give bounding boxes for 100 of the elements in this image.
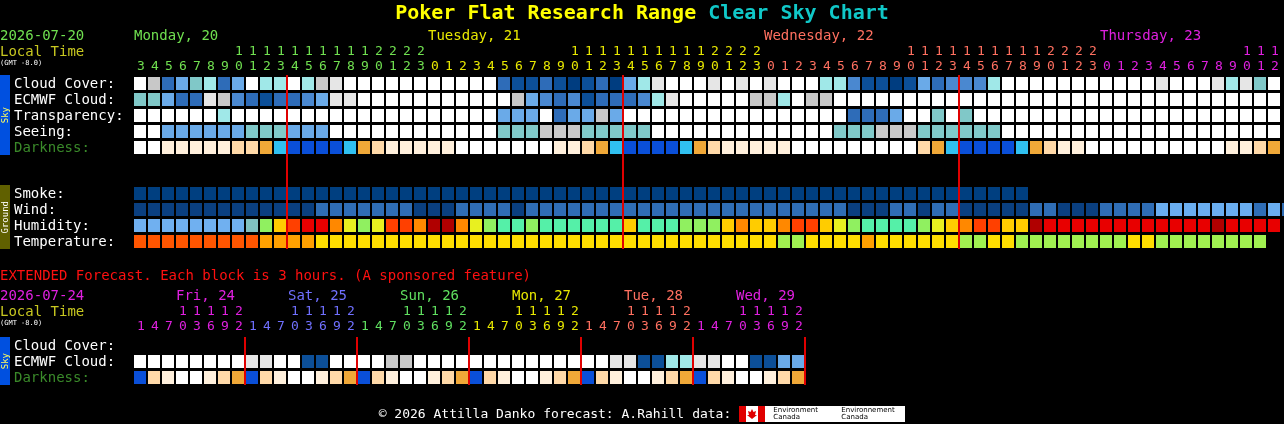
hour-label: 1 <box>473 318 481 333</box>
hour-label: 4 <box>711 318 719 333</box>
hour-label: 19 <box>333 303 341 333</box>
sky-side-label: Sky <box>0 337 10 385</box>
hour-label: 1 <box>137 318 145 333</box>
hour-label: 2 <box>795 58 803 73</box>
hour-label: 7 <box>529 58 537 73</box>
hour-label: 13 <box>641 303 649 333</box>
hour-label: 1 <box>585 318 593 333</box>
hour-label: 8 <box>543 58 551 73</box>
hour-label: 4 <box>1159 58 1167 73</box>
hour-label: 12 <box>599 43 607 73</box>
day-label: Fri, 24 <box>176 287 235 303</box>
day-divider-line <box>580 337 582 385</box>
hour-label: 8 <box>207 58 215 73</box>
hour-label: 23 <box>1089 43 1097 73</box>
hour-label: 1 <box>249 318 257 333</box>
hour-label: 0 <box>1103 58 1111 73</box>
site-title: Poker Flat Research Range <box>395 1 697 23</box>
row-label: Darkness: <box>14 139 91 155</box>
hour-label: 15 <box>977 43 985 73</box>
row-label: Wind: <box>14 201 58 217</box>
hour-label: 10 <box>627 303 635 333</box>
hour-label: 1 <box>445 58 453 73</box>
hour-label: 6 <box>1187 58 1195 73</box>
day-divider-line <box>804 337 806 385</box>
hour-label: 5 <box>1173 58 1181 73</box>
hour-label: 4 <box>487 318 495 333</box>
hour-label: 22 <box>235 303 243 333</box>
day-divider-line <box>468 337 470 385</box>
hour-label: 16 <box>431 303 439 333</box>
hour-label: 10 <box>571 43 579 73</box>
hour-label: 3 <box>1145 58 1153 73</box>
hour-label: 7 <box>165 318 173 333</box>
day-divider-line <box>244 337 246 385</box>
hour-label: 12 <box>935 43 943 73</box>
ground-side-label: Ground <box>0 185 10 249</box>
hour-label: 17 <box>333 43 341 73</box>
hour-label: 4 <box>599 318 607 333</box>
hour-label: 13 <box>305 303 313 333</box>
hour-label: 15 <box>641 43 649 73</box>
day-label: Monday, 20 <box>134 27 219 43</box>
hour-label: 21 <box>725 43 733 73</box>
forecast-date: 2026-07-24 <box>0 287 85 303</box>
hour-label: 13 <box>417 303 425 333</box>
hour-label: 9 <box>893 58 901 73</box>
hour-label: 16 <box>319 43 327 73</box>
hour-label: 11 <box>1257 43 1265 73</box>
hour-label: 18 <box>683 43 691 73</box>
hour-label: 11 <box>249 43 257 73</box>
chart-title: Clear Sky Chart <box>708 1 889 23</box>
hour-label: 4 <box>375 318 383 333</box>
hour-label: 14 <box>627 43 635 73</box>
forecast-date: 2026-07-20 <box>0 27 85 43</box>
hour-label: 13 <box>613 43 621 73</box>
hour-label: 18 <box>347 43 355 73</box>
hour-label: 13 <box>193 303 201 333</box>
row-label: ECMWF Cloud: <box>14 91 117 107</box>
hour-label: 23 <box>417 43 425 73</box>
hour-label: 11 <box>921 43 929 73</box>
hour-label: 16 <box>207 303 215 333</box>
hour-label: 14 <box>963 43 971 73</box>
hour-label: 10 <box>515 303 523 333</box>
hour-label: 1 <box>361 318 369 333</box>
hour-label: 11 <box>585 43 593 73</box>
hour-label: 19 <box>1033 43 1041 73</box>
hour-label: 7 <box>193 58 201 73</box>
day-divider-line <box>356 337 358 385</box>
hour-label: 18 <box>1019 43 1027 73</box>
local-time-label: Local Time <box>0 43 85 59</box>
hour-label: 10 <box>907 43 915 73</box>
hour-label: 19 <box>669 303 677 333</box>
hour-label: 6 <box>515 58 523 73</box>
copyright-text: © 2026 Attilla Danko <box>378 406 536 422</box>
hour-label: 2 <box>459 58 467 73</box>
hour-label: 22 <box>1075 43 1083 73</box>
hour-label: 22 <box>795 303 803 333</box>
day-label: Wed, 29 <box>736 287 795 303</box>
day-divider-line <box>692 337 694 385</box>
hour-label: 10 <box>291 303 299 333</box>
hour-label: 3 <box>473 58 481 73</box>
hour-label: 12 <box>1271 43 1279 73</box>
hour-label: 22 <box>403 43 411 73</box>
hour-label: 17 <box>1005 43 1013 73</box>
hour-label: 8 <box>1215 58 1223 73</box>
hour-label: 7 <box>1201 58 1209 73</box>
hour-label: 9 <box>1229 58 1237 73</box>
hour-label: 10 <box>403 303 411 333</box>
day-label: Sun, 26 <box>400 287 459 303</box>
hour-label: 3 <box>137 58 145 73</box>
hour-label: 0 <box>767 58 775 73</box>
hour-label: 10 <box>1243 43 1251 73</box>
local-time-label: Local Time <box>0 303 85 319</box>
hour-label: 22 <box>683 303 691 333</box>
hour-label: 5 <box>837 58 845 73</box>
hour-label: 19 <box>781 303 789 333</box>
day-label: Tuesday, 21 <box>428 27 521 43</box>
hour-label: 20 <box>711 43 719 73</box>
hour-label: 22 <box>739 43 747 73</box>
hour-label: 13 <box>529 303 537 333</box>
